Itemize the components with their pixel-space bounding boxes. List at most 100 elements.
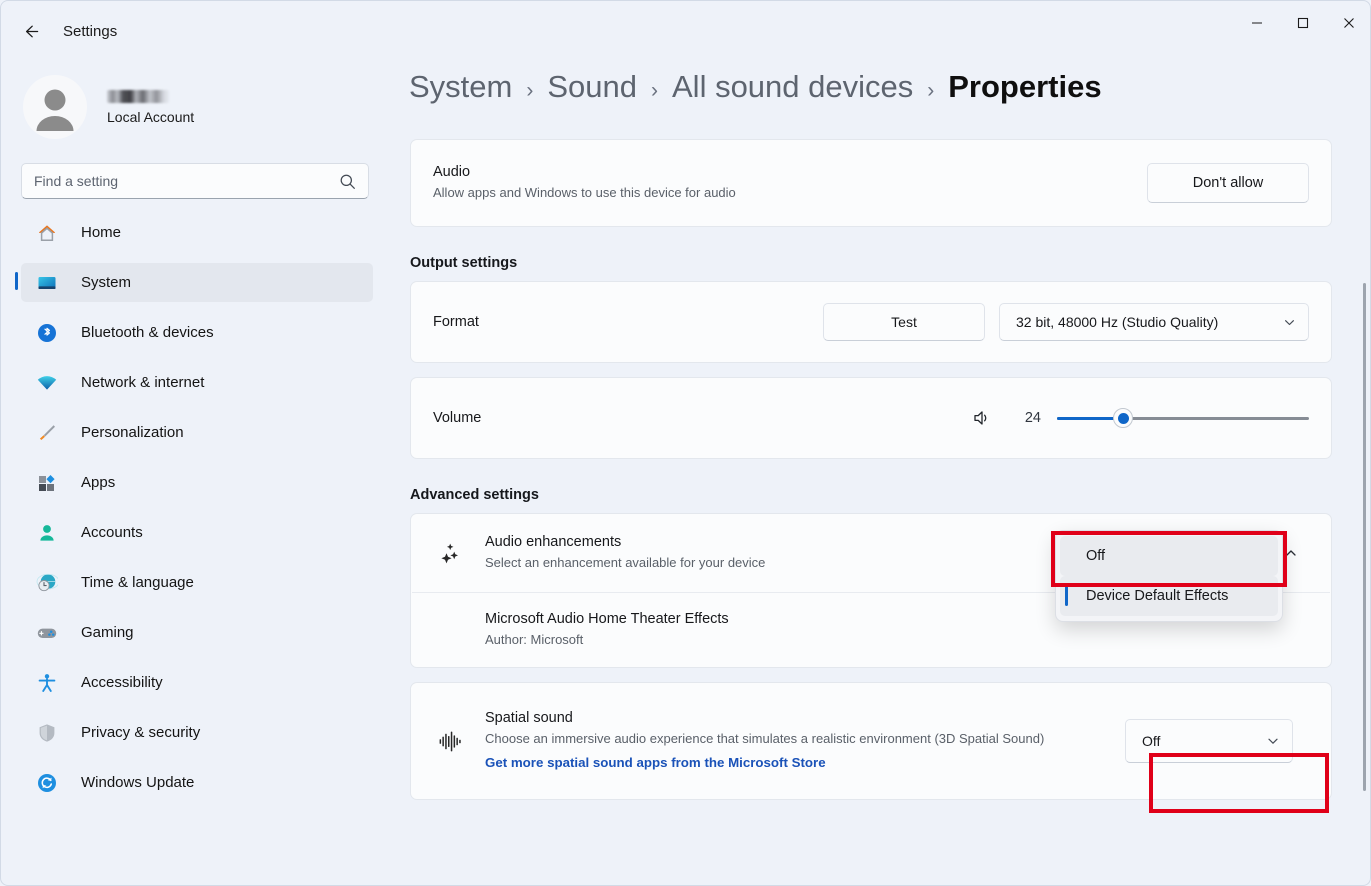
spatial-sound-value: Off [1142, 733, 1160, 749]
sidebar-item-accessibility[interactable]: Accessibility [21, 663, 373, 702]
spatial-sound-row: Spatial sound Choose an immersive audio … [411, 683, 1331, 799]
dropdown-option-label: Off [1086, 548, 1105, 564]
audio-card: Audio Allow apps and Windows to use this… [410, 139, 1332, 227]
system-monitor-icon [35, 271, 59, 295]
search-input[interactable] [22, 173, 339, 189]
account-name-redacted [107, 90, 169, 103]
sidebar-item-personalization[interactable]: Personalization [21, 413, 373, 452]
breadcrumb-item-sound[interactable]: Sound [547, 69, 637, 105]
sidebar-item-label: Privacy & security [81, 724, 200, 741]
avatar [23, 75, 87, 139]
settings-scroll-area: General Audio Allow apps and Windows to … [393, 129, 1371, 886]
breadcrumb-separator: › [927, 79, 934, 103]
spatial-sound-store-link[interactable]: Get more spatial sound apps from the Mic… [485, 755, 826, 770]
search-icon [339, 173, 368, 190]
minimize-icon [1251, 17, 1263, 29]
sidebar-nav: Home System [21, 213, 373, 802]
test-button[interactable]: Test [823, 303, 985, 341]
chevron-down-icon [1266, 734, 1280, 748]
back-button[interactable] [13, 13, 49, 49]
sidebar-item-label: Time & language [81, 574, 194, 591]
sidebar-item-label: Accounts [81, 524, 143, 541]
volume-title: Volume [433, 410, 971, 426]
sidebar-item-network-internet[interactable]: Network & internet [21, 363, 373, 402]
sparkles-enhancement-icon [433, 540, 467, 567]
person-avatar-icon [23, 75, 87, 139]
volume-value: 24 [1009, 410, 1041, 426]
sidebar-item-home[interactable]: Home [21, 213, 373, 252]
spatial-sound-dropdown[interactable]: Off [1125, 719, 1293, 763]
home-icon [35, 221, 59, 245]
dropdown-option-device-default-effects[interactable]: Device Default Effects [1060, 576, 1278, 616]
arrow-left-icon [22, 22, 41, 41]
app-title: Settings [63, 23, 117, 40]
sidebar-item-label: Bluetooth & devices [81, 324, 214, 341]
maximize-button[interactable] [1280, 1, 1326, 45]
format-dropdown[interactable]: 32 bit, 48000 Hz (Studio Quality) [999, 303, 1309, 341]
sidebar-item-label: Apps [81, 474, 115, 491]
volume-slider[interactable] [1057, 408, 1309, 428]
slider-thumb[interactable] [1113, 408, 1133, 428]
sidebar-item-windows-update[interactable]: Windows Update [21, 763, 373, 802]
dropdown-option-label: Device Default Effects [1086, 588, 1228, 604]
format-value: 32 bit, 48000 Hz (Studio Quality) [1016, 314, 1218, 330]
maximize-icon [1297, 17, 1309, 29]
dropdown-option-off[interactable]: Off [1060, 536, 1278, 576]
sidebar-item-gaming[interactable]: Gaming [21, 613, 373, 652]
content-area: System › Sound › All sound devices › Pro… [393, 61, 1371, 886]
speaker-volume-icon [971, 407, 993, 429]
sidebar-item-label: Network & internet [81, 374, 204, 391]
sidebar: Local Account Home [1, 61, 393, 886]
minimize-button[interactable] [1234, 1, 1280, 45]
title-bar: Settings [1, 1, 1371, 61]
format-row: Format Test 32 bit, 48000 Hz (Studio Qua… [411, 282, 1331, 362]
section-heading-output-settings: Output settings [410, 255, 1332, 271]
chevron-down-icon [1283, 316, 1296, 329]
breadcrumb-item-properties: Properties [948, 69, 1101, 105]
update-refresh-icon [35, 771, 59, 795]
close-button[interactable] [1326, 1, 1371, 45]
sidebar-item-privacy-security[interactable]: Privacy & security [21, 713, 373, 752]
section-heading-advanced-settings: Advanced settings [410, 487, 1332, 503]
sidebar-item-time-language[interactable]: Time & language [21, 563, 373, 602]
bluetooth-icon [35, 321, 59, 345]
sidebar-item-bluetooth-devices[interactable]: Bluetooth & devices [21, 313, 373, 352]
dont-allow-button[interactable]: Don't allow [1147, 163, 1309, 203]
breadcrumb-separator: › [526, 79, 533, 103]
spatial-sound-subtitle: Choose an immersive audio experience tha… [485, 730, 1125, 748]
content-scrollbar[interactable] [1363, 283, 1366, 791]
shield-icon [35, 721, 59, 745]
settings-window: Settings [0, 0, 1371, 886]
account-type-label: Local Account [107, 109, 194, 125]
audio-enhancements-dropdown-flyout: Off Device Default Effects [1055, 530, 1283, 622]
format-title: Format [433, 314, 823, 330]
audio-title: Audio [433, 164, 1147, 180]
sidebar-item-system[interactable]: System [21, 263, 373, 302]
clock-globe-icon [35, 571, 59, 595]
audio-subtitle: Allow apps and Windows to use this devic… [433, 184, 1147, 202]
accessibility-person-icon [35, 671, 59, 695]
breadcrumb-item-system[interactable]: System [409, 69, 512, 105]
audio-waveform-icon [433, 728, 467, 755]
spatial-sound-card: Spatial sound Choose an immersive audio … [410, 682, 1332, 800]
sidebar-item-label: Windows Update [81, 774, 194, 791]
sidebar-item-apps[interactable]: Apps [21, 463, 373, 502]
volume-card: Volume 24 [410, 377, 1332, 459]
account-summary[interactable]: Local Account [23, 69, 373, 145]
paintbrush-icon [35, 421, 59, 445]
volume-row: Volume 24 [411, 378, 1331, 458]
breadcrumb-item-all-sound-devices[interactable]: All sound devices [672, 69, 913, 105]
apps-icon [35, 471, 59, 495]
breadcrumb: System › Sound › All sound devices › Pro… [393, 61, 1371, 129]
sidebar-item-label: Accessibility [81, 674, 163, 691]
wifi-icon [35, 371, 59, 395]
sidebar-item-label: Personalization [81, 424, 184, 441]
sidebar-item-label: System [81, 274, 131, 291]
search-box[interactable] [21, 163, 369, 199]
spatial-sound-title: Spatial sound [485, 710, 1125, 726]
account-person-icon [35, 521, 59, 545]
effect-entry-author: Author: Microsoft [485, 631, 1309, 649]
audio-row: Audio Allow apps and Windows to use this… [411, 140, 1331, 226]
gamepad-icon [35, 621, 59, 645]
sidebar-item-accounts[interactable]: Accounts [21, 513, 373, 552]
